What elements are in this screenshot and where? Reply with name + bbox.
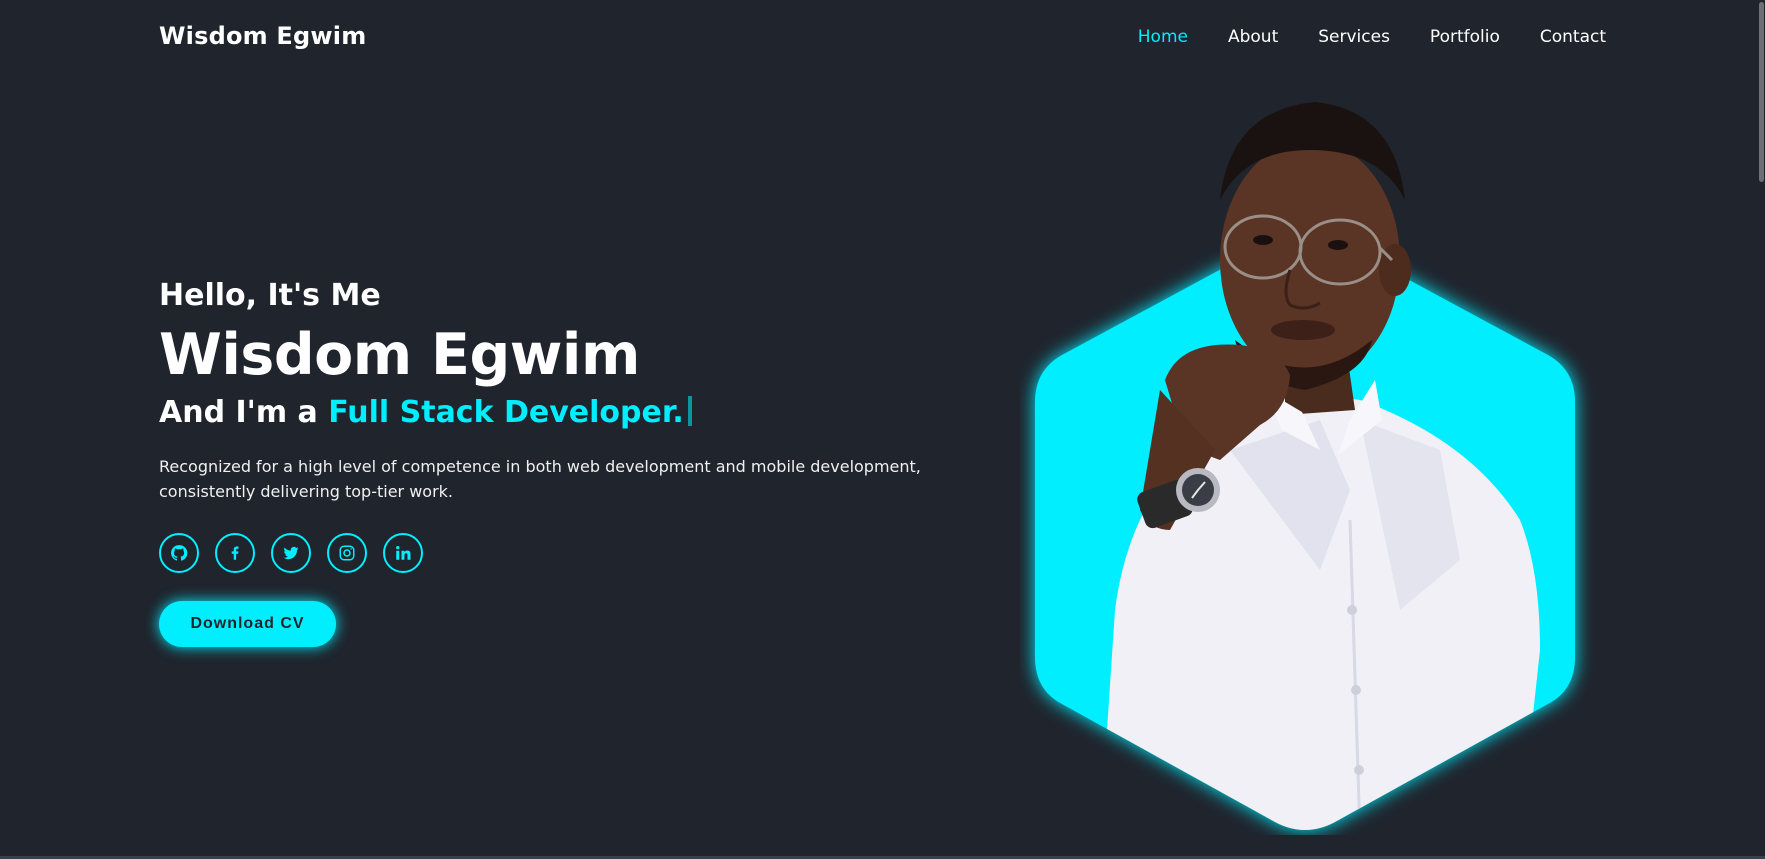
hero-content: Hello, It's Me Wisdom Egwim And I'm a Fu… (159, 278, 979, 647)
nav-home[interactable]: Home (1138, 27, 1188, 47)
greeting: Hello, It's Me (159, 278, 381, 313)
typing-cursor (687, 396, 692, 427)
nav-about[interactable]: About (1228, 27, 1278, 47)
facebook-icon (231, 546, 239, 560)
linkedin-link[interactable] (383, 532, 423, 573)
download-cv-button[interactable]: Download CV (159, 600, 336, 647)
github-link[interactable] (159, 532, 199, 573)
twitter-link[interactable] (271, 532, 311, 573)
logo[interactable]: Wisdom Egwim (159, 22, 366, 50)
role-highlight: Full Stack Developer. (328, 395, 684, 431)
main-nav: Home About Services Portfolio Contact (1138, 27, 1606, 47)
scrollbar-thumb[interactable] (1759, 2, 1764, 182)
facebook-link[interactable] (215, 532, 255, 573)
social-links (159, 532, 979, 573)
github-icon (171, 544, 188, 561)
nav-portfolio[interactable]: Portfolio (1430, 27, 1500, 47)
twitter-icon (283, 546, 299, 559)
instagram-icon (339, 545, 355, 561)
scrollbar[interactable] (1757, 0, 1765, 859)
instagram-link[interactable] (327, 532, 367, 573)
profile-hexagon (1035, 102, 1575, 830)
role-line: And I'm a Full Stack Developer. (159, 395, 979, 431)
hero-description: Recognized for a high level of competenc… (159, 457, 921, 502)
role-prefix: And I'm a (159, 395, 318, 431)
nav-contact[interactable]: Contact (1540, 27, 1606, 47)
profile-image (1020, 90, 1620, 835)
site-header: Wisdom Egwim Home About Services Portfol… (0, 0, 1765, 78)
hero-name: Wisdom Egwim (159, 322, 640, 388)
linkedin-icon (396, 545, 411, 560)
nav-services[interactable]: Services (1318, 27, 1390, 47)
